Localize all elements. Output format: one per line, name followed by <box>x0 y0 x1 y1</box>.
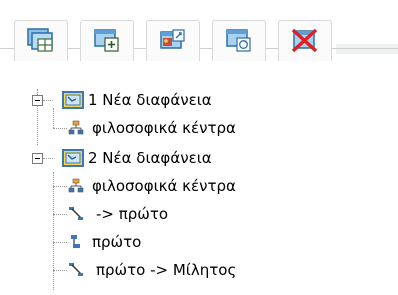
tree-item-label: φιλοσοφικά κέντρα <box>92 119 236 137</box>
tree-connector <box>53 108 54 128</box>
tree-item-slide-2-child[interactable]: -> πρώτο <box>68 200 168 228</box>
tree-connector <box>53 214 67 215</box>
link-arrow-icon <box>69 263 83 276</box>
tree-item-label: πρώτο <box>92 233 142 251</box>
tree-item-slide-2-child[interactable]: πρώτο <box>68 228 141 256</box>
refresh-node-icon <box>226 29 251 52</box>
tree-connector <box>43 100 53 101</box>
delete-icon <box>291 28 318 53</box>
link-arrow-icon <box>69 207 83 220</box>
slide-1-label: 1 Νέα διαφάνεια <box>88 91 212 109</box>
toolbar <box>0 0 398 61</box>
new-slide-button[interactable] <box>14 20 68 61</box>
tree-item-slide-2-child[interactable]: φιλοσοφικά κέντρα <box>68 172 236 200</box>
add-node-icon <box>94 29 119 52</box>
delete-button[interactable] <box>278 20 332 61</box>
tree-connector <box>53 242 67 243</box>
tree-connector <box>53 270 67 271</box>
toolbar-accent <box>336 44 398 54</box>
slide-2-label: 2 Νέα διαφάνεια <box>88 149 212 167</box>
hierarchy-icon <box>68 178 84 193</box>
slide-icon <box>62 149 84 167</box>
refresh-node-button[interactable] <box>212 20 266 61</box>
image-edit-icon <box>160 29 185 49</box>
tree-connector <box>53 186 67 187</box>
collapse-slide-2-toggle[interactable] <box>32 153 43 164</box>
add-node-button[interactable] <box>80 20 134 61</box>
tree-item-slide-1[interactable]: 1 Νέα διαφάνεια <box>62 86 212 114</box>
slide-icon <box>62 91 84 109</box>
tree-item-label: φιλοσοφικά κέντρα <box>92 177 236 195</box>
node-icon <box>71 235 80 248</box>
new-slide-grid-icon <box>27 28 53 52</box>
tree-connector <box>53 172 54 290</box>
tree-item-slide-2-child[interactable]: πρώτο -> Μίλητος <box>68 256 236 284</box>
tree-connector <box>43 158 53 159</box>
collapse-slide-1-toggle[interactable] <box>32 95 43 106</box>
tree-connector <box>53 128 67 129</box>
tree-item-slide-1-child[interactable]: φιλοσοφικά κέντρα <box>68 114 236 142</box>
hierarchy-icon <box>68 120 84 135</box>
tree-item-label: πρώτο -> Μίλητος <box>96 261 237 279</box>
slide-tree: 1 Νέα διαφάνεια φιλοσοφικά κέντρα 2 Νέα … <box>0 72 398 295</box>
tree-item-slide-2[interactable]: 2 Νέα διαφάνεια <box>62 144 212 172</box>
edit-image-button[interactable] <box>146 20 200 61</box>
tree-item-label: -> πρώτο <box>96 205 169 223</box>
